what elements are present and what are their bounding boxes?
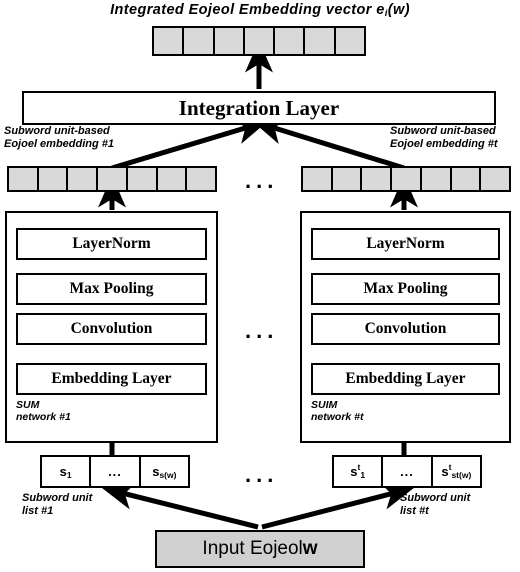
vector-cell: [481, 168, 510, 190]
left-subword-list: s1 ... s s(w): [40, 455, 190, 488]
right-subword-list: st1 ... s t st(w): [332, 455, 482, 488]
arrow-left-embedding-to-integration: [111, 117, 268, 171]
right-embedding-vector: [301, 166, 511, 192]
vector-cell: [392, 168, 422, 190]
left-embedding-caption-line1: Subword unit-based: [4, 125, 110, 137]
right-embedding-caption-line1: Subword unit-based: [390, 125, 496, 137]
left-network-caption: SUM network #1: [16, 399, 71, 423]
input-eojeol-label: Input Eojeol: [202, 538, 303, 559]
subword-cell: st1: [334, 457, 384, 486]
right-layer-embedding[interactable]: Embedding Layer: [311, 363, 500, 395]
vector-cell: [127, 168, 158, 190]
subword-base: ...: [400, 464, 414, 479]
vector-cell: [332, 168, 363, 190]
subword-cell: s t st(w): [432, 457, 480, 486]
subword-sub: st(w): [451, 469, 472, 480]
left-list-caption-line2: list #1: [22, 504, 54, 517]
right-embedding-caption: Subword unit-based Eojoel embedding #t: [390, 125, 498, 150]
subword-base: s: [441, 464, 449, 479]
page-title-main: Integrated Eojeol Embedding vector e: [110, 2, 385, 18]
subword-base: ...: [108, 464, 122, 479]
subword-sub: 1: [66, 469, 72, 480]
right-list-caption-line2: list #t: [400, 504, 429, 517]
left-layer-convolution[interactable]: Convolution: [16, 313, 207, 345]
subword-sub: s(w): [159, 469, 177, 480]
right-network-caption: SUIM network #t: [311, 399, 364, 423]
arrow-input-to-left-list: [101, 482, 259, 530]
subword-sub: 1: [360, 469, 366, 480]
vector-cell: [68, 168, 99, 190]
vector-cell: [184, 28, 215, 54]
right-list-caption-line1: Subword unit: [400, 492, 471, 504]
vector-cell: [451, 168, 482, 190]
vector-cell: [244, 28, 276, 54]
right-layer-maxpooling[interactable]: Max Pooling: [311, 273, 500, 305]
vector-cell: [362, 168, 393, 190]
left-layer-layernorm[interactable]: LayerNorm: [16, 228, 207, 260]
left-layer-maxpooling[interactable]: Max Pooling: [16, 273, 207, 305]
vector-cell: [38, 168, 69, 190]
left-embedding-caption: Subword unit-based Eojoel embedding #1: [4, 125, 114, 150]
vector-cell: [275, 28, 306, 54]
vector-cell: [98, 168, 128, 190]
page-title-tail: (w): [387, 2, 410, 18]
input-eojeol-box[interactable]: Input Eojeol w: [155, 530, 365, 568]
left-embedding-caption-line2: Eojoel embedding #1: [4, 137, 115, 150]
ellipsis-list-row: ...: [245, 462, 279, 487]
right-list-caption: Subword unit list #t: [400, 492, 470, 517]
vector-cell: [335, 28, 364, 54]
vector-cell: [214, 28, 245, 54]
subword-cell: s1: [42, 457, 92, 486]
subword-cell-ellipsis: ...: [91, 457, 141, 486]
right-network-caption-line1: SUIM: [311, 399, 338, 411]
page-title: Integrated Eojeol Embedding vector ei(w): [0, 2, 520, 19]
left-network-caption-line1: SUM: [16, 399, 40, 411]
vector-cell: [157, 168, 188, 190]
page-title-subscript: i: [384, 8, 388, 19]
subword-base: s: [152, 464, 160, 479]
left-embedding-vector: [7, 166, 217, 192]
integration-layer-box[interactable]: Integration Layer: [22, 91, 496, 125]
input-eojeol-variable: w: [302, 538, 318, 559]
ellipsis-network-row: ...: [245, 318, 279, 343]
vector-cell: [9, 168, 39, 190]
output-vector: [152, 26, 366, 56]
subword-cell-ellipsis: ...: [383, 457, 433, 486]
vector-cell: [303, 168, 333, 190]
right-embedding-caption-line2: Eojoel embedding #t: [390, 137, 498, 150]
subword-cell: s s(w): [140, 457, 188, 486]
ellipsis-embedding-row: ...: [245, 168, 279, 193]
vector-cell: [154, 28, 185, 54]
left-layer-embedding[interactable]: Embedding Layer: [16, 363, 207, 395]
right-network-caption-line2: network #t: [311, 411, 364, 423]
arrow-input-to-right-list: [261, 482, 414, 530]
left-list-caption: Subword unit list #1: [22, 492, 92, 517]
left-network-caption-line2: network #1: [16, 411, 71, 423]
left-list-caption-line1: Subword unit: [22, 492, 93, 504]
vector-cell: [305, 28, 336, 54]
arrow-right-embedding-to-integration: [252, 117, 405, 171]
right-layer-layernorm[interactable]: LayerNorm: [311, 228, 500, 260]
subword-base: s: [59, 464, 67, 479]
right-layer-convolution[interactable]: Convolution: [311, 313, 500, 345]
vector-cell: [187, 168, 216, 190]
subword-base: s: [350, 464, 358, 479]
vector-cell: [421, 168, 452, 190]
